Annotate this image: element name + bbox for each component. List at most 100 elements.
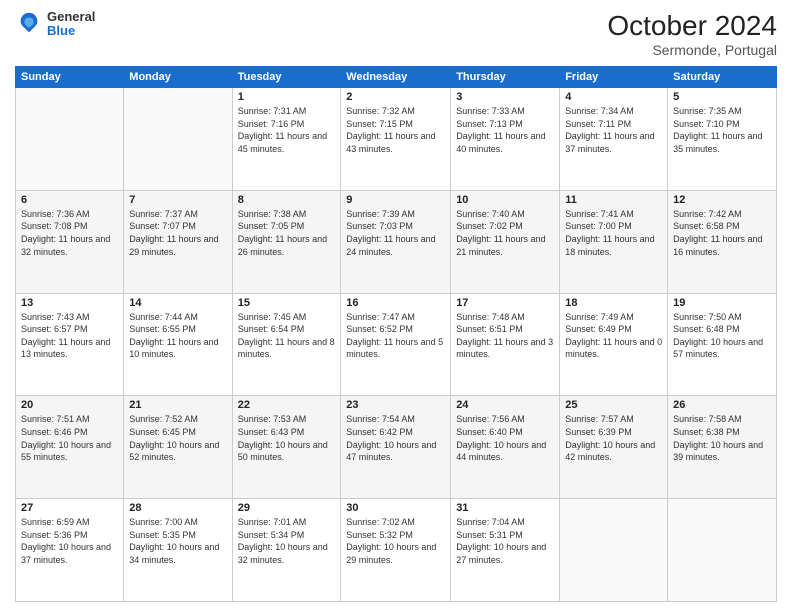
day-number: 18 [565, 297, 662, 309]
cell-2-2: 15Sunrise: 7:45 AM Sunset: 6:54 PM Dayli… [232, 293, 341, 396]
day-info: Sunrise: 7:00 AM Sunset: 5:35 PM Dayligh… [129, 516, 226, 566]
day-number: 22 [238, 399, 336, 411]
day-info: Sunrise: 7:50 AM Sunset: 6:48 PM Dayligh… [673, 311, 771, 361]
title-block: October 2024 Sermonde, Portugal [607, 10, 777, 58]
calendar-table: Sunday Monday Tuesday Wednesday Thursday… [15, 66, 777, 602]
day-number: 14 [129, 297, 226, 309]
cell-0-2: 1 Sunrise: 7:31 AM Sunset: 7:16 PM Daylig… [232, 88, 341, 191]
cell-2-3: 16 Sunrise: 7:47 AM Sunset: 6:52 PM Dayli… [341, 293, 451, 396]
cell-1-3: 9 Sunrise: 7:39 AM Sunset: 7:03 PM Daylig… [341, 190, 451, 293]
day-number: 29 [238, 502, 336, 514]
cell-1-5: 11 Sunrise: 7:41 AM Sunset: 7:00 PM Dayli… [560, 190, 668, 293]
cell-2-1: 14 Sunrise: 7:44 AM Sunset: 6:55 PM Dayli… [124, 293, 232, 396]
cell-1-1: 7 Sunrise: 7:37 AM Sunset: 7:07 PM Daylig… [124, 190, 232, 293]
day-info: Sunrise: 7:44 AM Sunset: 6:55 PM Dayligh… [129, 311, 226, 361]
day-info: Sunrise: 7:02 AM Sunset: 5:32 PM Dayligh… [346, 516, 445, 566]
day-number: 24 [456, 399, 554, 411]
cell-1-0: 6Sunrise: 7:36 AM Sunset: 7:08 PM Daylig… [16, 190, 124, 293]
cell-3-4: 24 Sunrise: 7:56 AM Sunset: 6:40 PM Dayli… [451, 396, 560, 499]
calendar-header-row: Sunday Monday Tuesday Wednesday Thursday… [16, 67, 777, 88]
logo-icon [15, 10, 43, 38]
day-number: 17 [456, 297, 554, 309]
day-number: 9 [346, 194, 445, 206]
cell-3-2: 22 Sunrise: 7:53 AM Sunset: 6:43 PM Dayli… [232, 396, 341, 499]
cell-1-6: 12Sunrise: 7:42 AM Sunset: 6:58 PM Dayli… [668, 190, 777, 293]
day-info: Sunrise: 7:48 AM Sunset: 6:51 PM Dayligh… [456, 311, 554, 361]
day-info: Sunrise: 7:01 AM Sunset: 5:34 PM Dayligh… [238, 516, 336, 566]
day-number: 15 [238, 297, 336, 309]
day-number: 31 [456, 502, 554, 514]
day-info: Sunrise: 7:51 AM Sunset: 6:46 PM Dayligh… [21, 413, 118, 463]
day-number: 8 [238, 194, 336, 206]
day-info: Sunrise: 7:47 AM Sunset: 6:52 PM Dayligh… [346, 311, 445, 361]
day-info: Sunrise: 7:43 AM Sunset: 6:57 PM Dayligh… [21, 311, 118, 361]
week-row-1: 6Sunrise: 7:36 AM Sunset: 7:08 PM Daylig… [16, 190, 777, 293]
day-number: 26 [673, 399, 771, 411]
col-tuesday: Tuesday [232, 67, 341, 88]
cell-2-5: 18 Sunrise: 7:49 AM Sunset: 6:49 PM Dayli… [560, 293, 668, 396]
cell-3-5: 25 Sunrise: 7:57 AM Sunset: 6:39 PM Dayli… [560, 396, 668, 499]
day-number: 25 [565, 399, 662, 411]
day-info: Sunrise: 7:41 AM Sunset: 7:00 PM Dayligh… [565, 208, 662, 258]
day-number: 6 [21, 194, 118, 206]
cell-4-4: 31Sunrise: 7:04 AM Sunset: 5:31 PM Dayli… [451, 499, 560, 602]
day-info: Sunrise: 7:53 AM Sunset: 6:43 PM Dayligh… [238, 413, 336, 463]
logo-general: General [47, 10, 95, 24]
day-info: Sunrise: 6:59 AM Sunset: 5:36 PM Dayligh… [21, 516, 118, 566]
day-number: 19 [673, 297, 771, 309]
week-row-4: 27 Sunrise: 6:59 AM Sunset: 5:36 PM Dayli… [16, 499, 777, 602]
month-title: October 2024 [607, 10, 777, 42]
col-wednesday: Wednesday [341, 67, 451, 88]
col-friday: Friday [560, 67, 668, 88]
day-info: Sunrise: 7:49 AM Sunset: 6:49 PM Dayligh… [565, 311, 662, 361]
col-thursday: Thursday [451, 67, 560, 88]
day-number: 2 [346, 91, 445, 103]
logo-blue: Blue [47, 24, 95, 38]
day-info: Sunrise: 7:33 AM Sunset: 7:13 PM Dayligh… [456, 105, 554, 155]
col-monday: Monday [124, 67, 232, 88]
col-saturday: Saturday [668, 67, 777, 88]
week-row-0: 1 Sunrise: 7:31 AM Sunset: 7:16 PM Daylig… [16, 88, 777, 191]
header: General Blue October 2024 Sermonde, Port… [15, 10, 777, 58]
cell-4-3: 30Sunrise: 7:02 AM Sunset: 5:32 PM Dayli… [341, 499, 451, 602]
day-number: 13 [21, 297, 118, 309]
day-info: Sunrise: 7:40 AM Sunset: 7:02 PM Dayligh… [456, 208, 554, 258]
day-number: 16 [346, 297, 445, 309]
cell-4-2: 29 Sunrise: 7:01 AM Sunset: 5:34 PM Dayli… [232, 499, 341, 602]
day-info: Sunrise: 7:37 AM Sunset: 7:07 PM Dayligh… [129, 208, 226, 258]
day-info: Sunrise: 7:38 AM Sunset: 7:05 PM Dayligh… [238, 208, 336, 258]
cell-0-1 [124, 88, 232, 191]
col-sunday: Sunday [16, 67, 124, 88]
cell-2-0: 13 Sunrise: 7:43 AM Sunset: 6:57 PM Dayli… [16, 293, 124, 396]
cell-0-4: 3 Sunrise: 7:33 AM Sunset: 7:13 PM Daylig… [451, 88, 560, 191]
day-number: 5 [673, 91, 771, 103]
day-number: 20 [21, 399, 118, 411]
logo-text: General Blue [47, 10, 95, 39]
day-info: Sunrise: 7:39 AM Sunset: 7:03 PM Dayligh… [346, 208, 445, 258]
day-number: 1 [238, 91, 336, 103]
day-info: Sunrise: 7:35 AM Sunset: 7:10 PM Dayligh… [673, 105, 771, 155]
day-number: 21 [129, 399, 226, 411]
day-info: Sunrise: 7:34 AM Sunset: 7:11 PM Dayligh… [565, 105, 662, 155]
cell-0-3: 2Sunrise: 7:32 AM Sunset: 7:15 PM Daylig… [341, 88, 451, 191]
day-info: Sunrise: 7:56 AM Sunset: 6:40 PM Dayligh… [456, 413, 554, 463]
cell-3-6: 26 Sunrise: 7:58 AM Sunset: 6:38 PM Dayli… [668, 396, 777, 499]
day-info: Sunrise: 7:42 AM Sunset: 6:58 PM Dayligh… [673, 208, 771, 258]
day-info: Sunrise: 7:52 AM Sunset: 6:45 PM Dayligh… [129, 413, 226, 463]
day-number: 23 [346, 399, 445, 411]
cell-0-6: 5 Sunrise: 7:35 AM Sunset: 7:10 PM Daylig… [668, 88, 777, 191]
day-info: Sunrise: 7:31 AM Sunset: 7:16 PM Dayligh… [238, 105, 336, 155]
day-number: 11 [565, 194, 662, 206]
cell-4-1: 28 Sunrise: 7:00 AM Sunset: 5:35 PM Dayli… [124, 499, 232, 602]
day-number: 7 [129, 194, 226, 206]
day-number: 3 [456, 91, 554, 103]
cell-1-2: 8 Sunrise: 7:38 AM Sunset: 7:05 PM Daylig… [232, 190, 341, 293]
day-number: 28 [129, 502, 226, 514]
week-row-2: 13 Sunrise: 7:43 AM Sunset: 6:57 PM Dayli… [16, 293, 777, 396]
day-info: Sunrise: 7:58 AM Sunset: 6:38 PM Dayligh… [673, 413, 771, 463]
day-number: 10 [456, 194, 554, 206]
logo: General Blue [15, 10, 95, 39]
day-info: Sunrise: 7:57 AM Sunset: 6:39 PM Dayligh… [565, 413, 662, 463]
day-number: 27 [21, 502, 118, 514]
calendar-container: General Blue October 2024 Sermonde, Port… [0, 0, 792, 612]
